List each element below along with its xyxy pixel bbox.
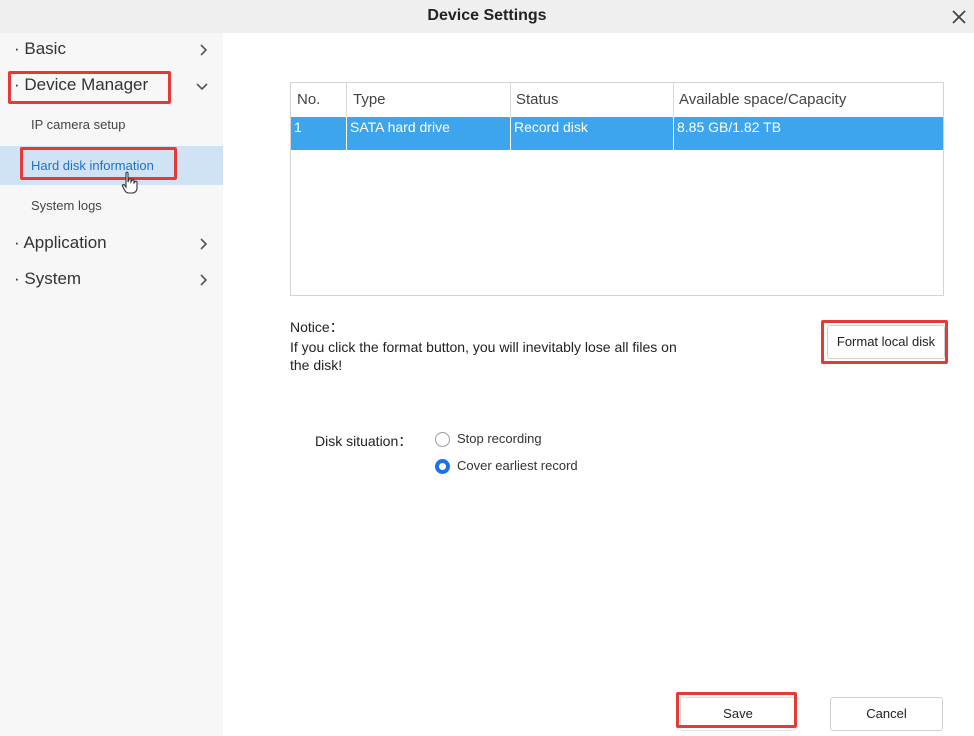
- column-divider: [346, 117, 347, 150]
- radio-label: Cover earliest record: [457, 458, 578, 473]
- sidebar-item-basic[interactable]: · Basic: [0, 33, 223, 67]
- sidebar-subitem-ip-camera-setup[interactable]: IP camera setup: [0, 105, 223, 144]
- cancel-button[interactable]: Cancel: [830, 697, 943, 731]
- sidebar-item-application[interactable]: · Application: [0, 227, 223, 261]
- title-bar: Device Settings: [0, 0, 974, 33]
- sidebar-item-label: · Device Manager: [14, 75, 149, 94]
- sidebar-subitem-hard-disk-information[interactable]: Hard disk information: [0, 146, 223, 185]
- chevron-right-icon: [200, 274, 208, 286]
- hand-cursor-icon: [121, 171, 138, 194]
- column-divider: [510, 117, 511, 150]
- radio-button-checked[interactable]: [435, 459, 450, 474]
- column-header-capacity: Available space/Capacity: [679, 91, 847, 108]
- close-icon[interactable]: [950, 8, 968, 26]
- notice-text: If you click the format button, you will…: [290, 339, 677, 373]
- chevron-down-icon: [196, 83, 208, 91]
- chevron-right-icon: [200, 238, 208, 250]
- chevron-right-icon: [200, 44, 208, 56]
- column-header-status: Status: [516, 91, 559, 108]
- radio-button[interactable]: [435, 432, 450, 447]
- sidebar-item-device-manager[interactable]: · Device Manager: [0, 69, 223, 103]
- sidebar-item-label: · Basic: [14, 39, 66, 58]
- cell-capacity: 8.85 GB/1.82 TB: [677, 119, 782, 135]
- sidebar-item-label: · System: [14, 269, 82, 288]
- save-button[interactable]: Save: [680, 697, 796, 731]
- sidebar: · Basic · Device Manager IP camera setup…: [0, 33, 223, 736]
- notice-title: Notice：: [290, 319, 344, 335]
- table-row[interactable]: 1 SATA hard drive Record disk 8.85 GB/1.…: [291, 117, 943, 150]
- radio-label: Stop recording: [457, 431, 542, 446]
- cell-no: 1: [294, 119, 302, 135]
- column-header-no: No.: [297, 91, 321, 108]
- sidebar-subitem-system-logs[interactable]: System logs: [0, 186, 223, 225]
- format-local-disk-button[interactable]: Format local disk: [827, 325, 945, 359]
- disk-table: No. Type Status Available space/Capacity…: [290, 82, 944, 296]
- window-title: Device Settings: [427, 7, 547, 24]
- column-divider: [673, 117, 674, 150]
- sidebar-item-label: · Application: [14, 233, 107, 252]
- sidebar-item-system[interactable]: · System: [0, 263, 223, 297]
- sidebar-subitem-label: IP camera setup: [31, 117, 126, 132]
- cell-status: Record disk: [514, 119, 588, 135]
- disk-situation-label: Disk situation：: [315, 433, 413, 449]
- column-header-type: Type: [353, 91, 386, 108]
- cell-type: SATA hard drive: [350, 119, 450, 135]
- sidebar-subitem-label: System logs: [31, 198, 102, 213]
